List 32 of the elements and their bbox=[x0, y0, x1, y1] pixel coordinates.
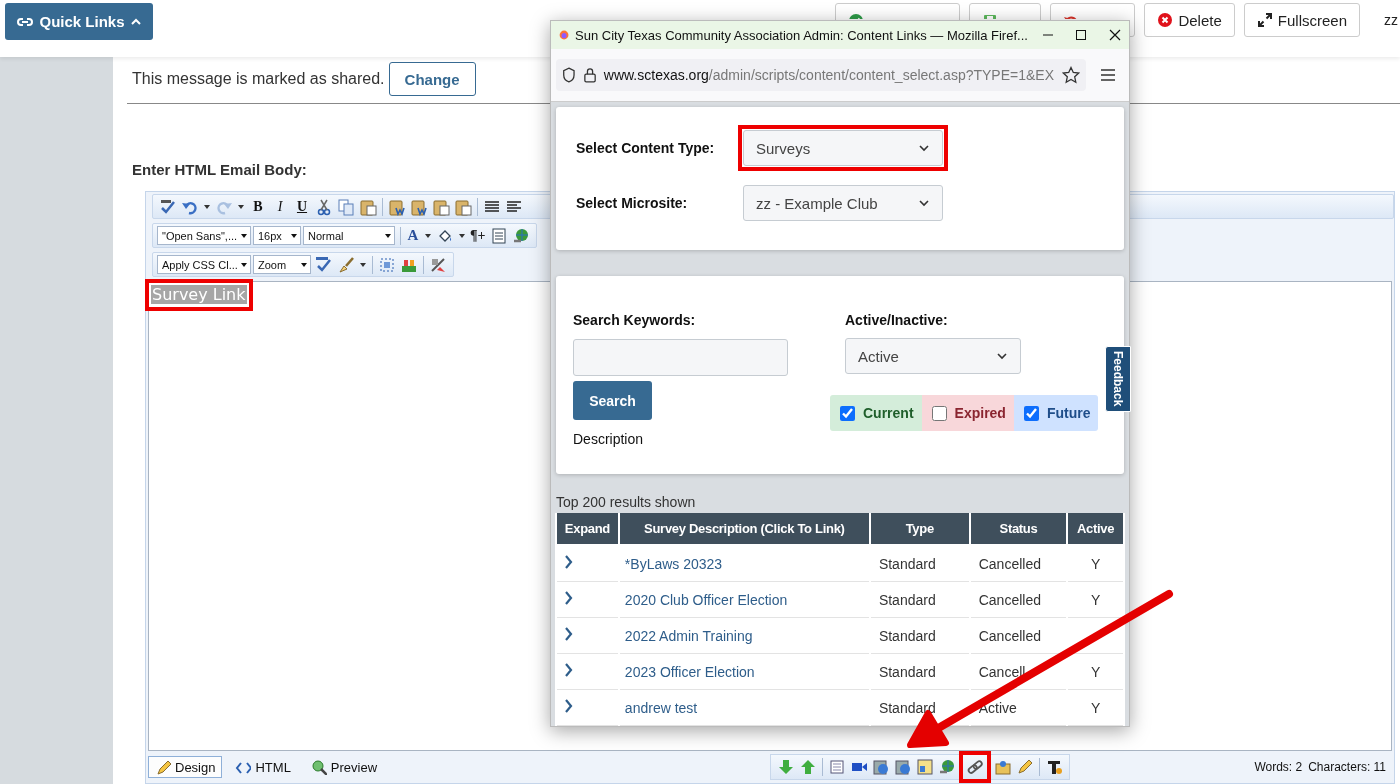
word-count: Words: 2 bbox=[1254, 760, 1303, 774]
table-cell: Cancelled bbox=[978, 555, 1041, 572]
field-label: Active/Inactive: bbox=[845, 312, 949, 328]
table-cell: Standard bbox=[878, 591, 936, 608]
results-note: Top 200 results shown bbox=[556, 494, 697, 510]
shared-message: This message is marked as shared. bbox=[132, 70, 385, 88]
table-cell: Y bbox=[1090, 555, 1101, 572]
table-cell: Cancelled bbox=[978, 591, 1041, 608]
table-cell: Standard bbox=[878, 663, 936, 680]
column-header: Type bbox=[870, 513, 969, 546]
column-header: Expand bbox=[557, 513, 618, 546]
url-text: www.sctexas.org/admin/scripts/content/content_select.asp?TYPE=1&EX bbox=[603, 67, 1054, 83]
table-cell: Y bbox=[1090, 663, 1101, 680]
table-cell: Cancell bbox=[978, 663, 1026, 680]
table-cell: Y bbox=[1090, 699, 1101, 716]
column-header: Active bbox=[1068, 513, 1123, 546]
selected-text: Survey Link bbox=[151, 285, 247, 304]
table-cell: Y bbox=[1090, 591, 1101, 608]
column-header: Survey Description (Click To Link) bbox=[619, 513, 869, 546]
field-label: Select Microsite: bbox=[576, 195, 689, 211]
column-header: Status bbox=[970, 513, 1067, 546]
character-count: Characters: 11 bbox=[1308, 760, 1386, 774]
field-label: Enter HTML Email Body: bbox=[132, 161, 308, 178]
field-label: Select Content Type: bbox=[576, 140, 716, 156]
user-label: zz bbox=[1384, 12, 1399, 28]
table-cell: Standard bbox=[878, 699, 936, 716]
window-title: Sun City Texas Community Association Admin: Content Links — Mozilla Firef... bbox=[575, 27, 1028, 43]
field-label: Description bbox=[573, 431, 645, 447]
table-cell: Cancelled bbox=[978, 627, 1041, 644]
table-cell: Standard bbox=[878, 555, 936, 572]
table-cell: Standard bbox=[878, 627, 936, 644]
field-label: Search Keywords: bbox=[573, 312, 697, 328]
